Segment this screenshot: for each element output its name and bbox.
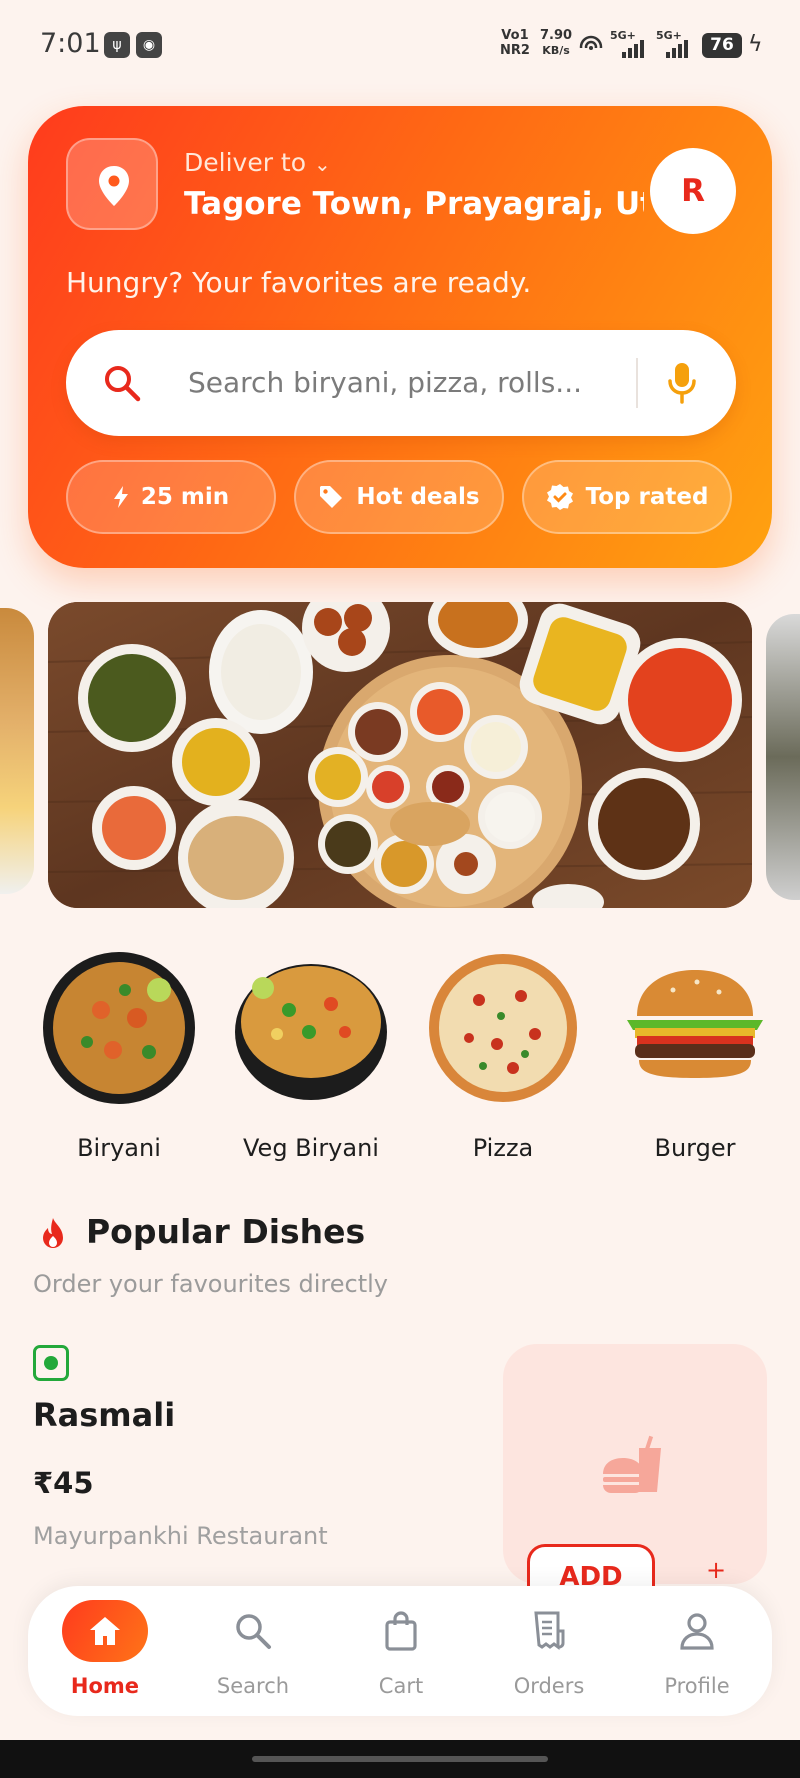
category-label: Burger — [654, 1134, 736, 1162]
microphone-icon[interactable] — [666, 361, 698, 405]
bottom-nav: Home Search Cart Orders Profile — [28, 1586, 772, 1716]
bolt-icon — [113, 486, 128, 508]
search-divider — [636, 358, 638, 408]
veg-biryani-image — [235, 964, 387, 1100]
dish-name[interactable]: Rasmali — [33, 1396, 175, 1434]
banner-next-peek[interactable] — [766, 614, 800, 900]
tag-icon — [320, 486, 343, 508]
section-subtitle: Order your favourites directly — [33, 1270, 389, 1298]
nav-cart[interactable]: Cart — [336, 1600, 466, 1710]
section-title: Popular Dishes — [86, 1212, 366, 1251]
nav-label: Home — [70, 1674, 140, 1698]
fastfood-icon — [603, 1435, 661, 1493]
hotspot-icon: ◉ — [136, 32, 162, 58]
thali-image — [48, 602, 752, 908]
network-speed: 7.90 KB/s — [540, 28, 573, 57]
biryani-image — [43, 952, 195, 1104]
category-veg-biryani[interactable]: Veg Biryani — [226, 950, 396, 1162]
charging-icon: ϟ — [748, 32, 763, 57]
usb-icon: ψ — [104, 32, 130, 58]
location-button[interactable] — [66, 138, 158, 230]
location-pin-icon — [99, 166, 129, 206]
home-icon — [90, 1617, 120, 1645]
chevron-down-icon: ⌄ — [314, 152, 331, 176]
wifi-icon — [578, 35, 604, 58]
deliver-to-selector[interactable]: Deliver to ⌄ — [184, 148, 331, 177]
add-plus-icon[interactable]: + — [706, 1556, 726, 1584]
burger-image — [627, 970, 763, 1078]
battery-icon: 76 — [702, 33, 742, 58]
nav-search[interactable]: Search — [188, 1600, 318, 1710]
fire-icon — [43, 1218, 63, 1248]
nav-label: Search — [216, 1674, 290, 1698]
nav-label: Cart — [378, 1674, 424, 1698]
system-nav-bar — [0, 1740, 800, 1778]
nav-label: Profile — [664, 1674, 730, 1698]
chip-25-min[interactable]: 25 min — [66, 460, 276, 534]
nav-label: Orders — [513, 1674, 585, 1698]
deliver-to-label: Deliver to — [184, 148, 307, 177]
chip-top-rated[interactable]: Top rated — [522, 460, 732, 534]
search-icon — [105, 366, 141, 402]
dish-price: ₹45 — [33, 1466, 94, 1500]
volte-indicator: Vo1 NR2 — [500, 28, 530, 58]
category-pizza[interactable]: Pizza — [418, 950, 588, 1162]
search-icon — [236, 1614, 271, 1649]
category-label: Pizza — [472, 1134, 534, 1162]
person-icon — [680, 1613, 714, 1650]
pizza-image — [429, 954, 577, 1102]
delivery-address[interactable]: Tagore Town, Prayagraj, Utt... — [184, 186, 644, 222]
banner-prev-peek[interactable] — [0, 608, 34, 894]
dish-restaurant: Mayurpankhi Restaurant — [33, 1522, 328, 1550]
search-placeholder: Search biryani, pizza, rolls... — [188, 366, 582, 399]
category-label: Veg Biryani — [243, 1134, 379, 1162]
nav-home[interactable]: Home — [40, 1600, 170, 1710]
verified-badge-icon — [546, 484, 573, 510]
category-biryani[interactable]: Biryani — [34, 950, 204, 1162]
category-burger[interactable]: Burger — [610, 950, 780, 1162]
hero-card: Deliver to ⌄ Tagore Town, Prayagraj, Utt.… — [28, 106, 772, 568]
hero-tagline: Hungry? Your favorites are ready. — [66, 266, 532, 299]
receipt-icon — [534, 1611, 565, 1650]
chip-hot-deals[interactable]: Hot deals — [294, 460, 504, 534]
signal-2-icon — [666, 38, 688, 58]
avatar[interactable]: R — [650, 148, 736, 234]
search-bar[interactable]: Search biryani, pizza, rolls... — [66, 330, 736, 436]
shopping-bag-icon — [385, 1611, 417, 1651]
category-label: Biryani — [77, 1134, 161, 1162]
nav-profile[interactable]: Profile — [632, 1600, 762, 1710]
status-bar: 7:01 ψ ◉ Vo1 NR2 7.90 KB/s 5G+ 5G+ 76 ϟ — [0, 0, 800, 95]
veg-indicator-icon — [33, 1345, 69, 1381]
gesture-handle[interactable] — [252, 1756, 548, 1762]
status-time: 7:01 — [40, 28, 101, 59]
signal-1-icon — [622, 38, 644, 58]
nav-orders[interactable]: Orders — [484, 1600, 614, 1710]
food-banner[interactable] — [48, 602, 752, 908]
